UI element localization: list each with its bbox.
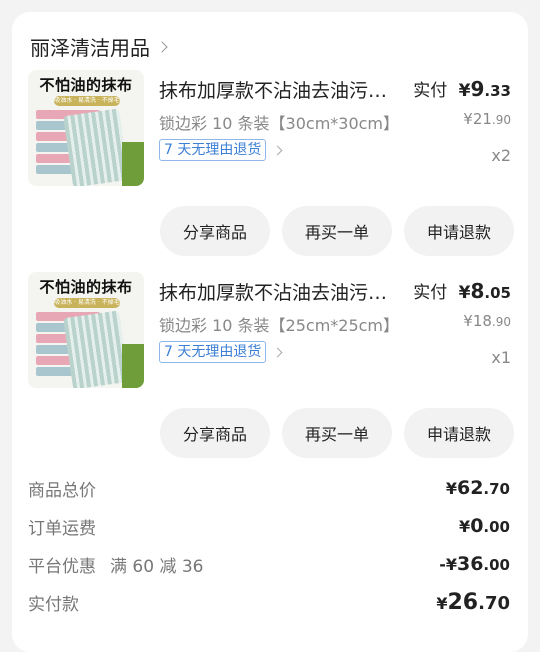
quantity: x1 [491,348,511,367]
cloth-illustration [63,310,129,388]
corner-ribbon [122,142,144,186]
goods-total-label: 商品总价 [28,480,96,501]
discount-promo: 满 60 减 36 [110,556,204,577]
cloth-illustration [63,108,129,186]
product-spec: 锁边彩 10 条装【30cm*30cm】 [159,114,400,133]
thumb-tag: 吸油水 · 易清洗 · 不掉毛 [54,96,120,106]
product-title[interactable]: 抹布加厚款不沾油去油污吸水厨房用品 [159,76,404,103]
paid-label: 实付 [413,81,448,101]
thumb-tag: 吸油水 · 易清洗 · 不掉毛 [54,298,120,308]
thumb-title: 不怕油的抹布 [39,278,133,296]
product-title[interactable]: 抹布加厚款不沾油去油污吸水厨房用品 [159,278,404,305]
discount-row: 平台优惠满 60 减 36 -¥36.00 [28,552,510,577]
return-policy-badge[interactable]: 7 天无理由退货 [159,139,267,161]
quantity: x2 [491,146,511,165]
paid-price: 实付 ¥8.05 [413,279,511,303]
goods-total-row: 商品总价 ¥62.70 [28,476,510,501]
paid-label: 实付 [413,283,448,303]
discount-value: -¥36.00 [439,553,510,575]
product-thumbnail[interactable]: 不怕油的抹布 吸油水 · 易清洗 · 不掉毛 [28,272,144,388]
paid-total-row: 实付款 ¥26.70 [28,589,510,615]
discount-label: 平台优惠 [28,556,96,577]
thumb-title: 不怕油的抹布 [39,76,133,94]
paid-total-label: 实付款 [28,594,79,615]
item-actions: 分享商品 再买一单 申请退款 [160,408,514,458]
chevron-right-icon [272,145,283,155]
product-thumbnail[interactable]: 不怕油的抹布 吸油水 · 易清洗 · 不掉毛 [28,70,144,186]
order-item: 不怕油的抹布 吸油水 · 易清洗 · 不掉毛 抹布加厚款不沾油去油污吸水厨房用品… [12,12,528,256]
corner-ribbon [122,344,144,388]
shipping-row: 订单运费 ¥0.00 [28,514,510,539]
original-price: ¥18.90 [463,312,511,330]
paid-total-value: ¥26.70 [436,589,510,615]
original-price: ¥21.90 [463,110,511,128]
return-policy[interactable]: 7 天无理由退货 [159,341,283,363]
chevron-right-icon [272,347,283,357]
order-card: 丽泽清洁用品 不怕油的抹布 吸油水 · 易清洗 · 不掉毛 抹布加厚款不沾油去油… [12,12,528,652]
request-refund-button[interactable]: 申请退款 [404,408,514,458]
buy-again-button[interactable]: 再买一单 [282,408,392,458]
goods-total-value: ¥62.70 [445,477,510,499]
return-policy[interactable]: 7 天无理由退货 [159,139,283,161]
paid-price: 实付 ¥9.33 [413,77,511,101]
product-spec: 锁边彩 10 条装【25cm*25cm】 [159,316,400,335]
shipping-value: ¥0.00 [459,515,510,537]
shipping-label: 订单运费 [28,518,96,539]
share-product-button[interactable]: 分享商品 [160,408,270,458]
order-item: 不怕油的抹布 吸油水 · 易清洗 · 不掉毛 抹布加厚款不沾油去油污吸水厨房用品… [12,214,528,458]
return-policy-badge[interactable]: 7 天无理由退货 [159,341,267,363]
